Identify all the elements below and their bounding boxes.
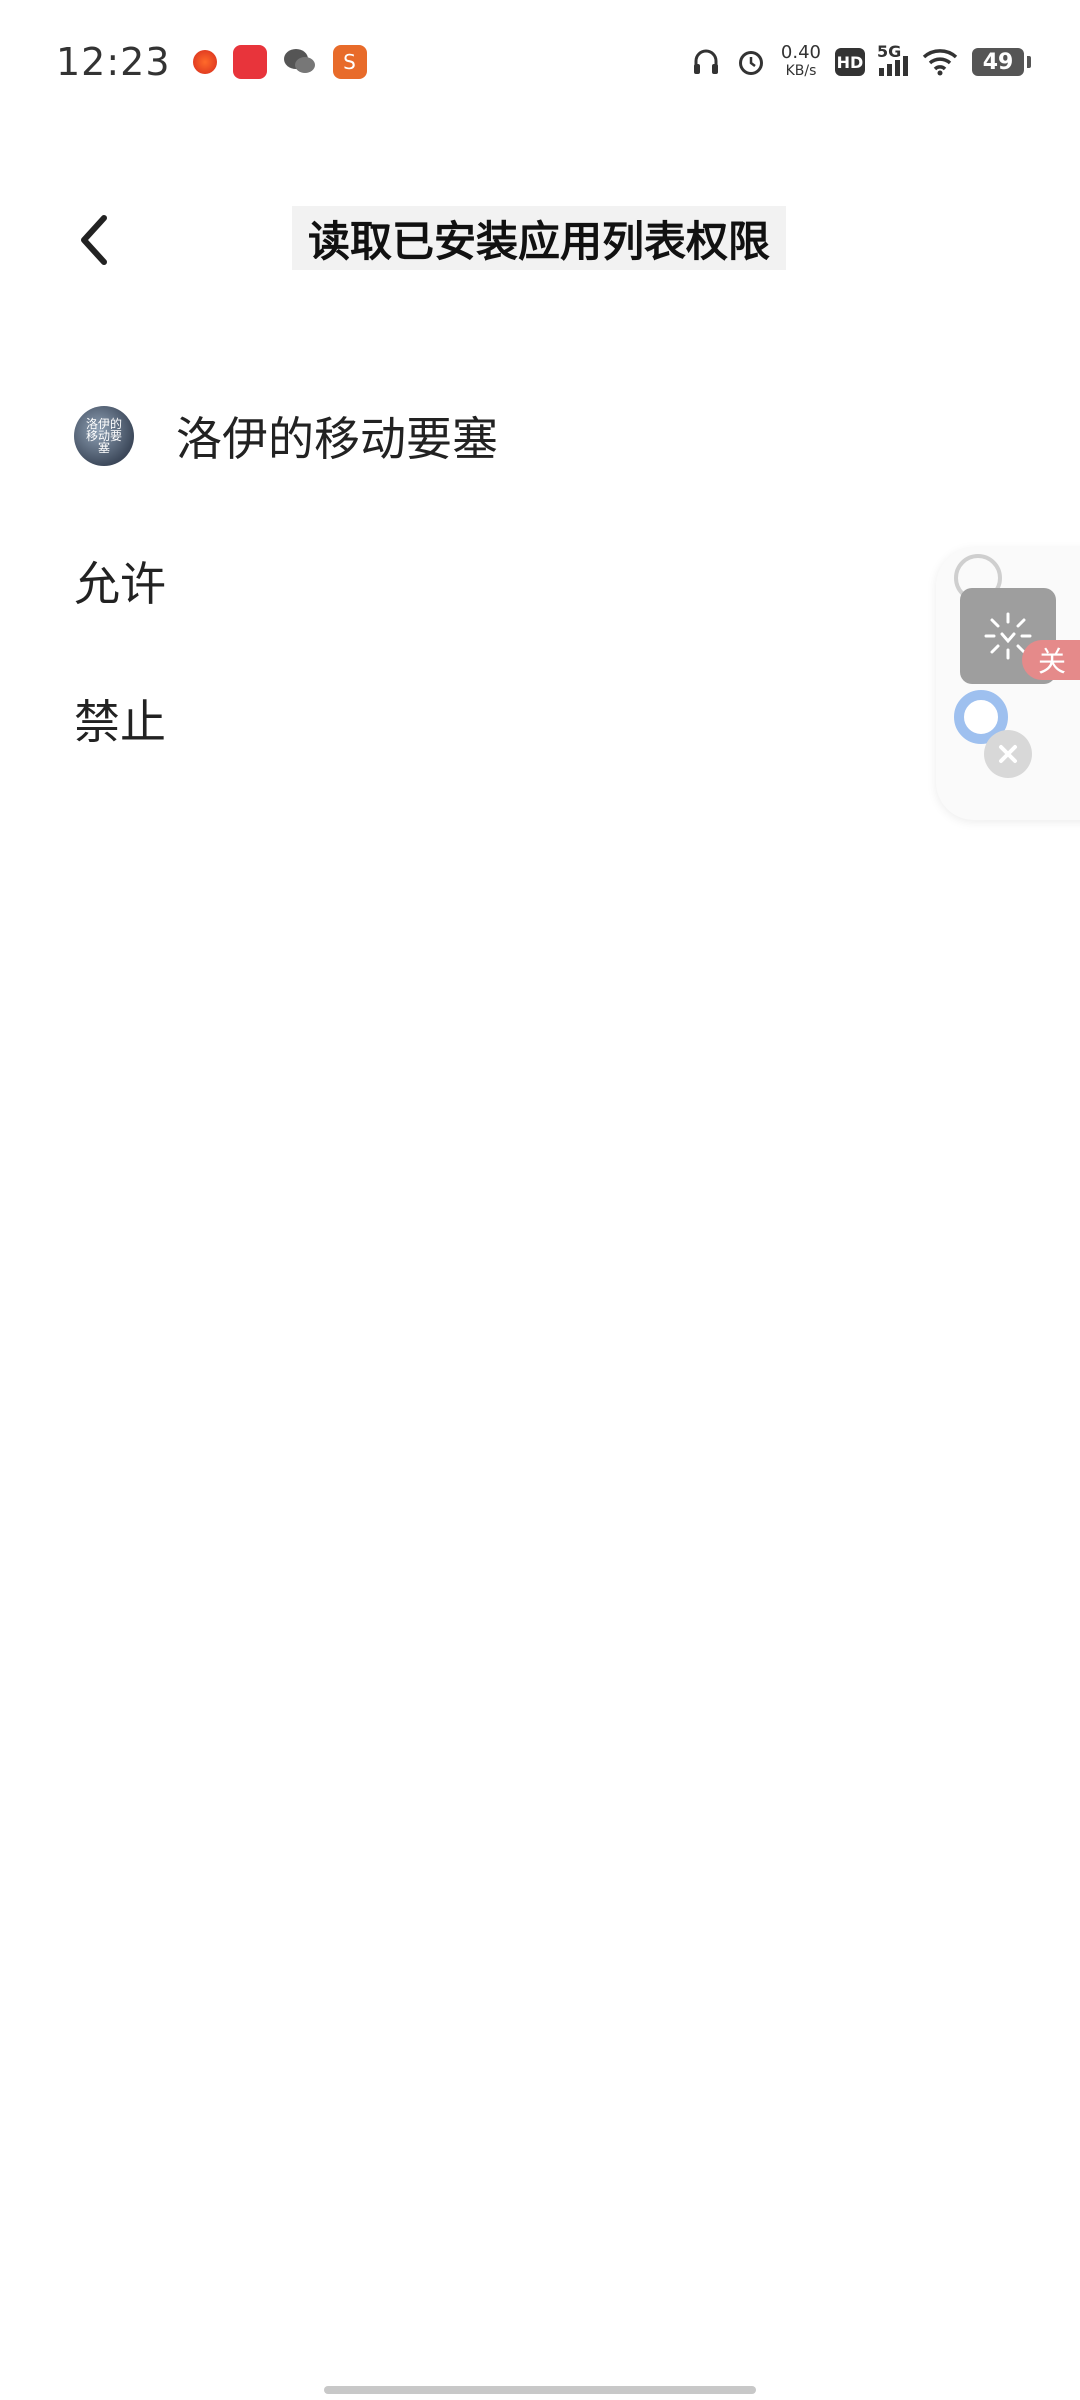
close-tag[interactable]: 关 bbox=[1022, 640, 1080, 680]
avatar-text: 洛伊的移动要塞 bbox=[85, 417, 122, 455]
app-name: 洛伊的移动要塞 bbox=[176, 412, 498, 466]
option-deny[interactable]: 禁止 bbox=[74, 686, 166, 752]
chevron-left-icon bbox=[81, 215, 107, 265]
wifi-icon bbox=[922, 49, 958, 76]
floating-widget-panel: 关 bbox=[936, 548, 1080, 820]
option-allow[interactable]: 允许 bbox=[74, 548, 166, 614]
cellular-signal-icon: 5G bbox=[877, 42, 908, 76]
wechat-icon bbox=[283, 45, 317, 79]
news-app-icon bbox=[232, 45, 267, 79]
sohu-app-icon: S bbox=[332, 45, 367, 79]
signal-label: 5G bbox=[877, 42, 902, 61]
net-speed-value: 0.40 bbox=[780, 42, 821, 63]
status-bar: 12:23 S 0.40 KB/s HD 5G 49 bbox=[0, 0, 1080, 124]
notification-icons: S bbox=[192, 45, 367, 79]
close-icon[interactable] bbox=[984, 730, 1032, 778]
back-button[interactable] bbox=[54, 200, 134, 280]
alarm-icon bbox=[738, 51, 763, 75]
header: 读取已安装应用列表权限 bbox=[0, 180, 1080, 290]
hd-badge: HD bbox=[835, 48, 865, 76]
app-row: 洛伊的移动要塞 洛伊的移动要塞 bbox=[74, 404, 498, 468]
page-title: 读取已安装应用列表权限 bbox=[292, 206, 786, 270]
home-indicator[interactable] bbox=[324, 2386, 756, 2394]
net-speed: 0.40 KB/s bbox=[781, 44, 821, 80]
app-avatar: 洛伊的移动要塞 bbox=[74, 406, 134, 466]
status-time: 12:23 bbox=[56, 40, 171, 84]
shopping-app-icon bbox=[192, 50, 217, 74]
system-icons: 0.40 KB/s HD 5G 49 bbox=[691, 42, 1031, 80]
net-speed-unit: KB/s bbox=[785, 63, 817, 79]
headphones-icon bbox=[693, 49, 718, 74]
battery-icon: 49 bbox=[972, 48, 1031, 76]
